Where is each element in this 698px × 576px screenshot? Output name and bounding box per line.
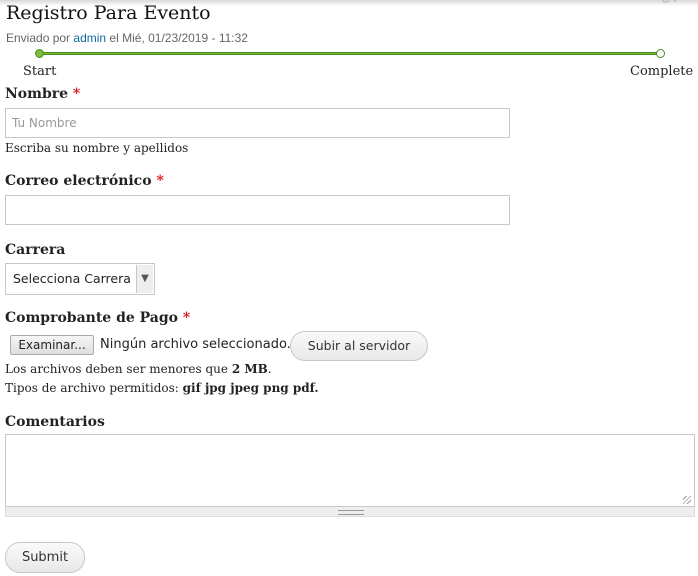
progress-track xyxy=(40,52,661,55)
file-types-prefix: Tipos de archivo permitidos: xyxy=(5,381,179,395)
resize-handle-icon[interactable] xyxy=(683,496,691,504)
carrera-select[interactable]: Selecciona Carrera ▼ xyxy=(5,263,155,295)
file-size-note: Los archivos deben ser menores que 2 MB. xyxy=(5,362,272,376)
file-types-value: gif jpg jpeg png pdf xyxy=(182,381,315,395)
textarea-grippie[interactable] xyxy=(5,507,695,517)
nombre-label: Nombre * xyxy=(5,86,80,102)
carrera-selected-value: Selecciona Carrera xyxy=(13,271,131,286)
progress-end-label: Complete xyxy=(630,64,694,79)
required-marker: * xyxy=(182,310,191,326)
progress-end-marker xyxy=(656,49,665,58)
file-status: Ningún archivo seleccionado. xyxy=(100,337,291,352)
submitted-info: Enviado por admin el Mié, 01/23/2019 - 1… xyxy=(6,31,248,45)
nombre-label-text: Nombre xyxy=(5,86,69,102)
submitted-date: el Mié, 01/23/2019 - 11:32 xyxy=(109,31,248,45)
comentarios-textarea[interactable] xyxy=(5,434,695,507)
carrera-label: Carrera xyxy=(5,242,65,258)
nombre-input[interactable]: Tu Nombre xyxy=(5,108,510,138)
gear-icon[interactable]: ⚙▾ xyxy=(660,0,690,8)
required-marker: * xyxy=(72,86,81,102)
comprobante-label: Comprobante de Pago * xyxy=(5,310,190,326)
comentarios-label-text: Comentarios xyxy=(5,414,105,430)
upload-button[interactable]: Subir al servidor xyxy=(290,331,428,361)
progress-start-marker xyxy=(35,49,44,58)
file-size-value: 2 MB xyxy=(231,362,268,376)
comentarios-label: Comentarios xyxy=(5,414,105,430)
submitted-prefix: Enviado por xyxy=(6,31,71,45)
correo-input[interactable] xyxy=(5,195,510,225)
chevron-down-icon[interactable]: ▼ xyxy=(136,265,153,293)
required-marker: * xyxy=(156,173,164,189)
submit-button[interactable]: Submit xyxy=(5,542,85,573)
carrera-label-text: Carrera xyxy=(5,242,66,258)
nombre-description: Escriba su nombre y apellidos xyxy=(5,141,189,155)
page-title: Registro Para Evento xyxy=(6,2,211,24)
progress-bar: Start Complete xyxy=(0,44,698,84)
progress-start-label: Start xyxy=(23,64,57,79)
comprobante-label-text: Comprobante de Pago xyxy=(5,310,179,326)
author-link[interactable]: admin xyxy=(73,31,106,45)
browse-file-button[interactable]: Examinar... xyxy=(10,335,94,355)
correo-label: Correo electrónico * xyxy=(5,173,164,189)
correo-label-text: Correo electrónico xyxy=(5,173,152,189)
file-size-prefix: Los archivos deben ser menores que xyxy=(5,362,228,376)
file-types-note: Tipos de archivo permitidos: gif jpg jpe… xyxy=(5,381,319,395)
